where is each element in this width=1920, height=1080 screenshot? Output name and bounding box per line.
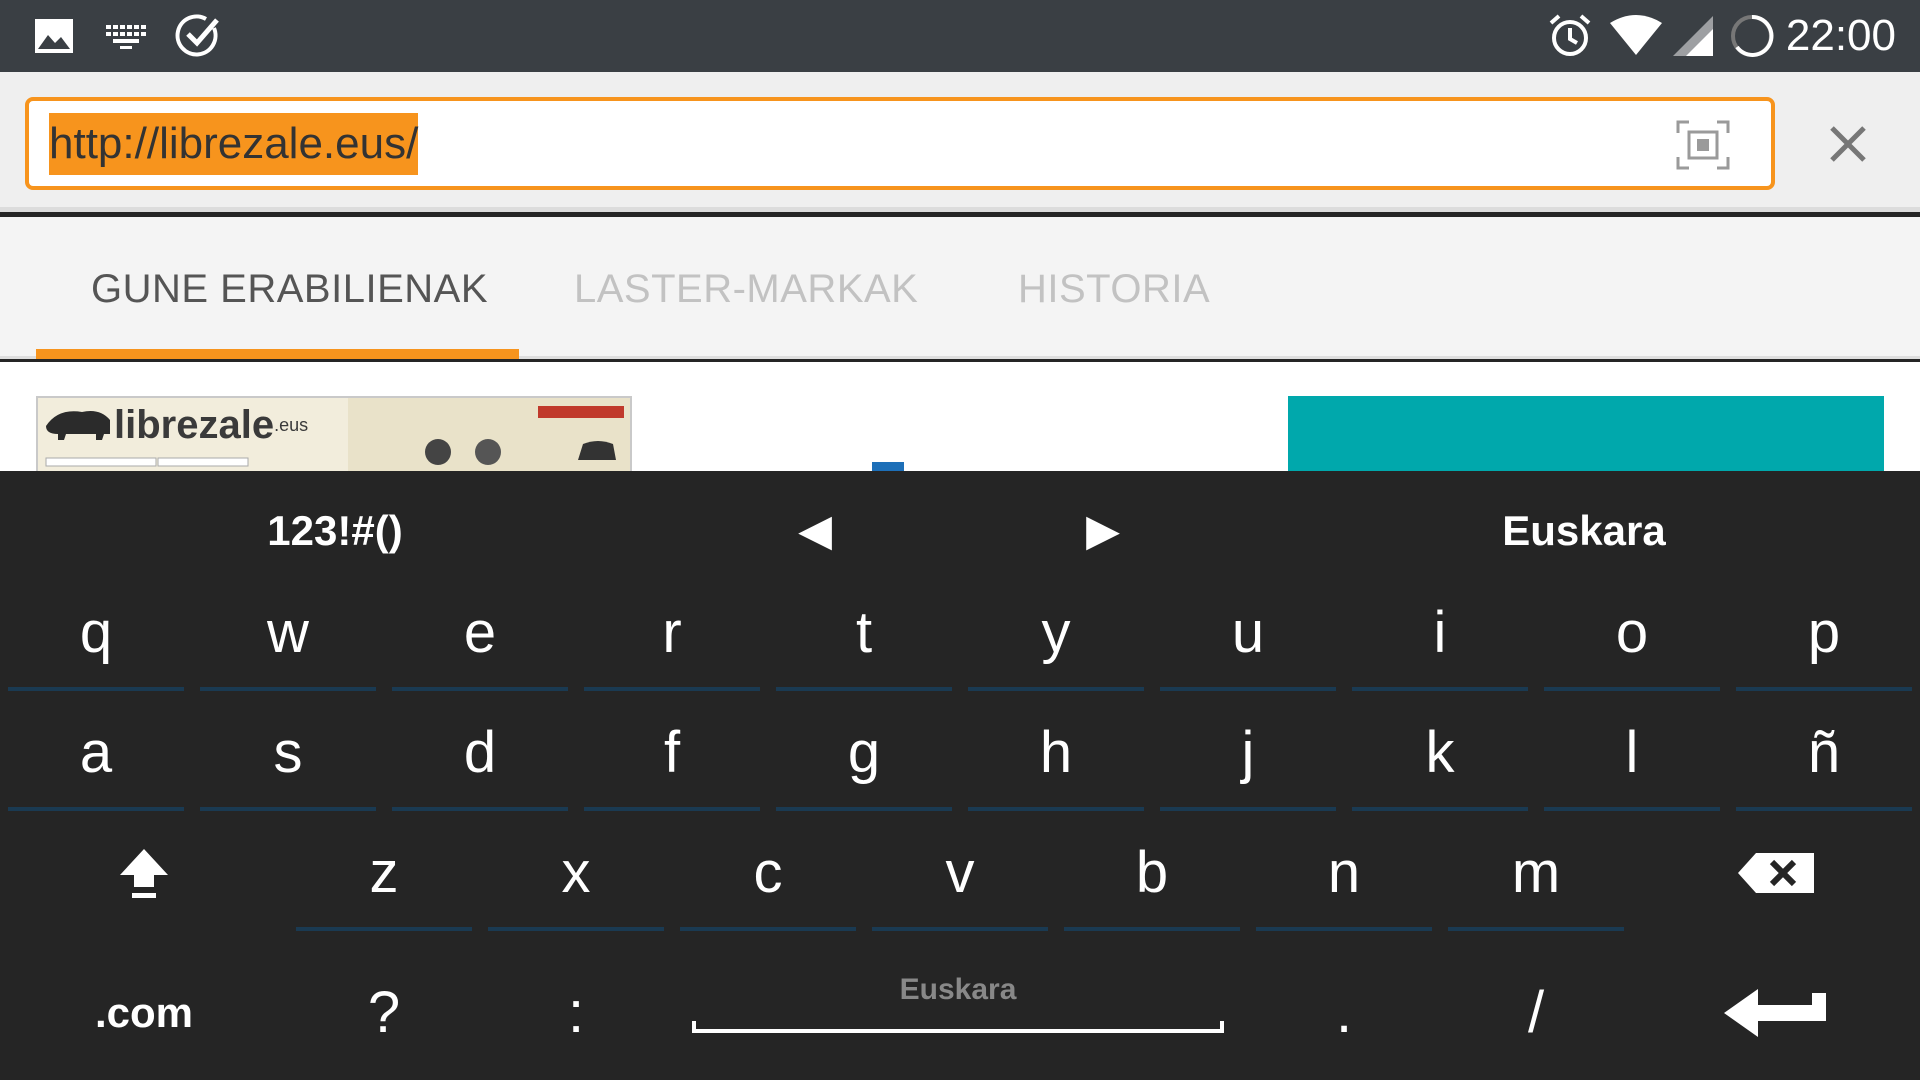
enter-arrow-icon [1724,989,1826,1037]
key-z[interactable]: z [296,821,472,931]
active-tab-indicator [36,349,519,359]
key-g[interactable]: g [776,701,952,811]
alarm-icon [1544,10,1596,62]
key-slash[interactable]: / [1448,961,1624,1071]
backspace-key[interactable] [1688,821,1864,931]
soft-keyboard: 123!#() ◀ ▶ Euskara q w e r t y u i o p … [0,471,1920,1080]
top-sites-panel: librezale.eus [0,362,1920,471]
key-e[interactable]: e [392,581,568,691]
battery-icon [1728,10,1776,62]
key-u[interactable]: u [1160,581,1336,691]
thumbnail-site-title: librezale.eus [114,403,309,447]
scroll-indicator [872,462,904,471]
top-site-thumbnail-placeholder[interactable] [1288,396,1884,471]
shift-key[interactable] [56,821,232,931]
cursor-right-key[interactable]: ▶ [1048,471,1158,591]
clock-time: 22:00 [1785,11,1896,60]
status-bar: 22:00 [0,0,1920,72]
key-i[interactable]: i [1352,581,1528,691]
key-r[interactable]: r [584,581,760,691]
key-n[interactable]: n [1256,821,1432,931]
key-x[interactable]: x [488,821,664,931]
key-period[interactable]: . [1256,961,1432,1071]
check-circle-icon [172,10,224,62]
reader-scan-icon[interactable] [1675,119,1731,171]
signal-icon [1670,10,1716,62]
key-a[interactable]: a [8,701,184,811]
key-p[interactable]: p [1736,581,1912,691]
key-f[interactable]: f [584,701,760,811]
language-key[interactable]: Euskara [1430,471,1738,591]
space-language-label: Euskara [899,973,1017,1006]
key-c[interactable]: c [680,821,856,931]
tab-history[interactable]: HISTORIA [1018,267,1210,312]
backspace-icon [1738,853,1814,893]
key-colon[interactable]: : [488,961,664,1071]
key-q[interactable]: q [8,581,184,691]
key-b[interactable]: b [1064,821,1240,931]
tab-top-sites[interactable]: GUNE ERABILIENAK [91,267,488,312]
url-input[interactable]: http://librezale.eus/ [25,97,1775,190]
close-icon[interactable] [1820,116,1876,172]
image-icon [30,10,78,62]
tab-strip: GUNE ERABILIENAK LASTER-MARKAK HISTORIA [0,217,1920,359]
url-text[interactable]: http://librezale.eus/ [49,113,419,175]
wifi-icon [1608,10,1664,62]
url-bar-area: http://librezale.eus/ [0,72,1920,212]
key-h[interactable]: h [968,701,1144,811]
key-l[interactable]: l [1544,701,1720,811]
key-v[interactable]: v [872,821,1048,931]
dotcom-key[interactable]: .com [56,961,232,1071]
space-key[interactable]: Euskara [688,961,1228,1071]
keyboard-icon [102,10,150,62]
key-n-tilde[interactable]: ñ [1736,701,1912,811]
key-o[interactable]: o [1544,581,1720,691]
key-d[interactable]: d [392,701,568,811]
key-y[interactable]: y [968,581,1144,691]
key-w[interactable]: w [200,581,376,691]
key-m[interactable]: m [1448,821,1624,931]
key-k[interactable]: k [1352,701,1528,811]
symbols-key[interactable]: 123!#() [190,471,480,591]
tab-bookmarks[interactable]: LASTER-MARKAK [574,267,918,312]
key-t[interactable]: t [776,581,952,691]
space-bar-shape [692,1021,1224,1033]
enter-key[interactable] [1688,961,1864,1071]
top-site-thumbnail-librezale[interactable]: librezale.eus [36,396,632,471]
cursor-left-key[interactable]: ◀ [760,471,870,591]
key-question[interactable]: ? [296,961,472,1071]
key-s[interactable]: s [200,701,376,811]
shift-arrow-icon [120,849,168,898]
key-j[interactable]: j [1160,701,1336,811]
